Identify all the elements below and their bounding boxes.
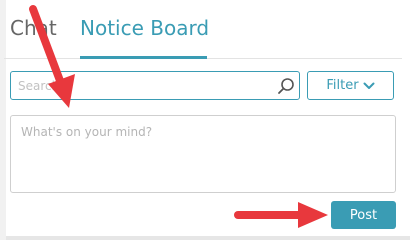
search-icon[interactable]	[277, 77, 295, 95]
tab-chat[interactable]: Chat	[10, 16, 57, 40]
tab-notice-board[interactable]: Notice Board	[80, 16, 209, 40]
post-composer[interactable]	[10, 115, 396, 193]
filter-label: Filter	[326, 78, 359, 93]
search-input[interactable]	[10, 71, 300, 100]
filter-button[interactable]: Filter	[307, 71, 394, 100]
active-tab-indicator	[80, 56, 207, 59]
chevron-down-icon	[363, 82, 375, 89]
post-button[interactable]: Post	[331, 201, 396, 229]
next-card-edge	[6, 236, 410, 240]
